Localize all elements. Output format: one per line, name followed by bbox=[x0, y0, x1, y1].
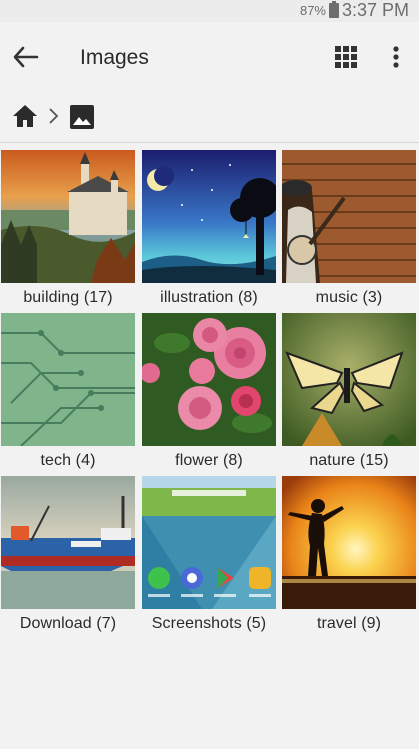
page-title: Images bbox=[80, 46, 149, 69]
album-label: building (17) bbox=[23, 289, 113, 306]
status-time: 3:37 PM bbox=[341, 0, 409, 20]
album-label: Download (7) bbox=[19, 615, 117, 632]
album-tile-screenshots[interactable]: Screenshots (5) bbox=[142, 476, 276, 633]
album-tile-download[interactable]: Download (7) bbox=[1, 476, 135, 633]
album-label: flower (8) bbox=[175, 452, 243, 469]
album-thumbnail bbox=[1, 476, 135, 609]
battery-icon bbox=[329, 1, 339, 18]
breadcrumb-images[interactable] bbox=[69, 104, 95, 130]
breadcrumb bbox=[0, 92, 419, 143]
album-thumbnail bbox=[142, 150, 276, 283]
album-tile-nature[interactable]: nature (15) bbox=[282, 313, 416, 470]
album-label: music (3) bbox=[315, 289, 383, 306]
home-icon bbox=[13, 105, 37, 127]
album-thumbnail bbox=[142, 476, 276, 609]
album-tile-travel[interactable]: travel (9) bbox=[282, 476, 416, 633]
back-button[interactable] bbox=[12, 45, 40, 69]
app-bar: Images bbox=[0, 22, 419, 92]
breadcrumb-home[interactable] bbox=[12, 104, 38, 128]
more-options-button[interactable] bbox=[386, 44, 406, 70]
chevron-right-icon bbox=[49, 108, 59, 124]
album-label: illustration (8) bbox=[160, 289, 258, 306]
more-vert-icon bbox=[393, 46, 399, 68]
album-tile-building[interactable]: building (17) bbox=[1, 150, 135, 307]
album-label: Screenshots (5) bbox=[151, 615, 267, 632]
breadcrumb-separator bbox=[47, 107, 59, 125]
album-label: travel (9) bbox=[316, 615, 382, 632]
album-thumbnail bbox=[1, 150, 135, 283]
album-label: tech (4) bbox=[40, 452, 96, 469]
grid-view-button[interactable] bbox=[334, 45, 358, 69]
album-tile-flower[interactable]: flower (8) bbox=[142, 313, 276, 470]
image-icon bbox=[70, 105, 94, 129]
album-thumbnail bbox=[142, 313, 276, 446]
arrow-back-icon bbox=[13, 46, 39, 68]
album-tile-tech[interactable]: tech (4) bbox=[1, 313, 135, 470]
album-thumbnail bbox=[282, 476, 416, 609]
album-tile-music[interactable]: music (3) bbox=[282, 150, 416, 307]
album-label: nature (15) bbox=[309, 452, 389, 469]
status-bar: 87% 3:37 PM bbox=[0, 0, 419, 22]
album-thumbnail bbox=[282, 313, 416, 446]
album-thumbnail bbox=[282, 150, 416, 283]
album-tile-illustration[interactable]: illustration (8) bbox=[142, 150, 276, 307]
battery-percent: 87% bbox=[299, 3, 326, 18]
grid-view-icon bbox=[335, 46, 357, 68]
album-thumbnail bbox=[1, 313, 135, 446]
